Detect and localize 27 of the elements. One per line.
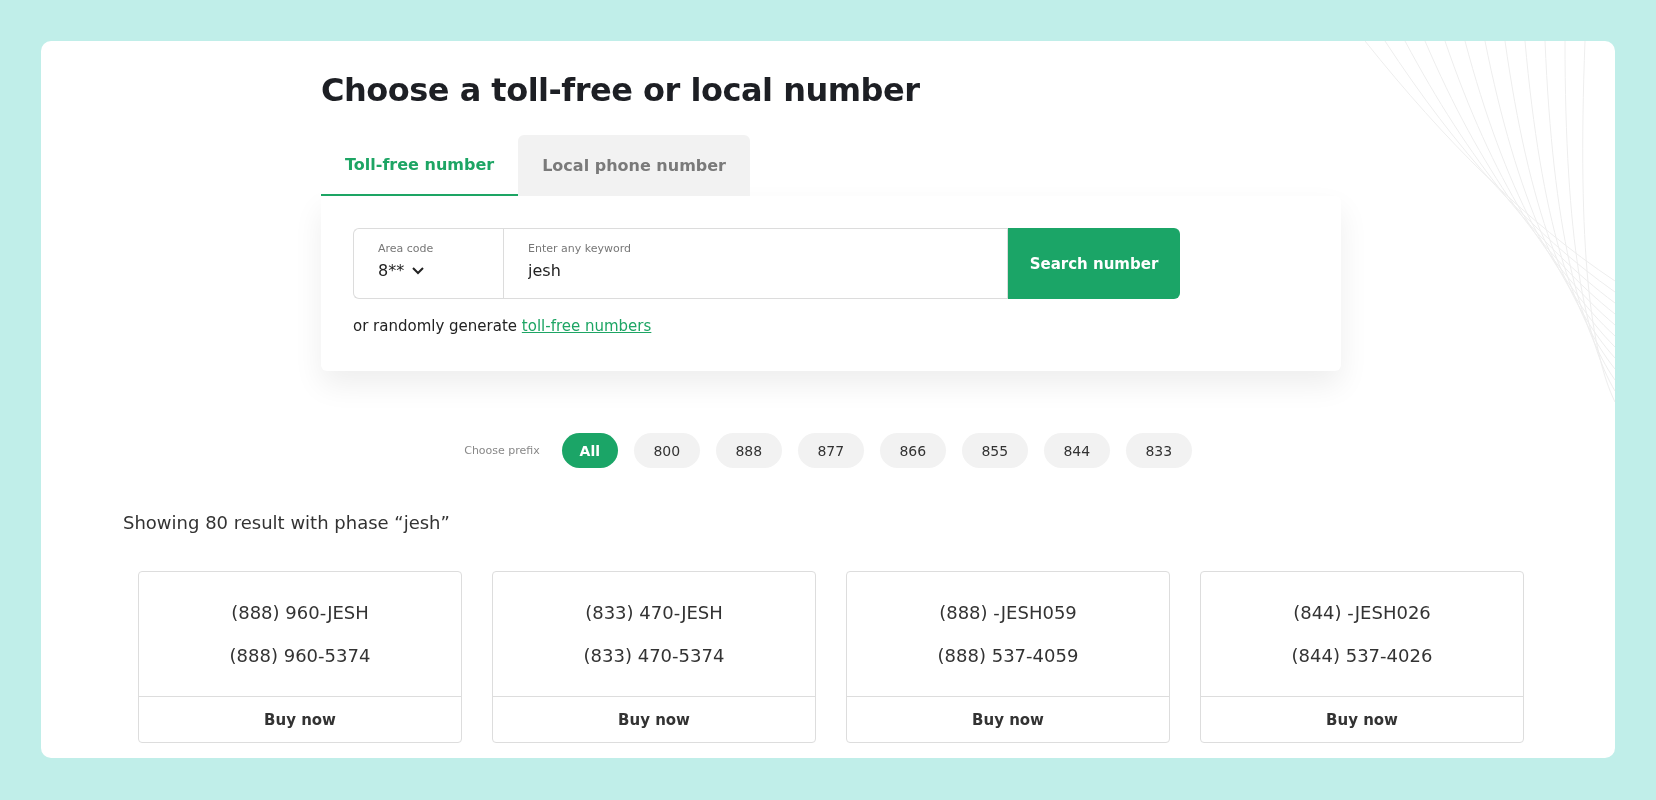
phone-number: (833) 470-5374: [583, 645, 725, 666]
vanity-number: (833) 470-JESH: [585, 602, 723, 623]
buy-now-button[interactable]: Buy now: [1201, 697, 1523, 742]
prefix-chip[interactable]: 844: [1043, 433, 1110, 468]
results-summary: Showing 80 result with phase “jesh”: [123, 512, 451, 533]
prefix-chip[interactable]: 866: [879, 433, 946, 468]
prefix-chip[interactable]: 877: [797, 433, 864, 468]
vanity-number: (844) -JESH026: [1293, 602, 1431, 623]
phone-number: (844) 537-4026: [1291, 645, 1433, 666]
prefix-label: Choose prefix: [464, 444, 540, 457]
phone-number: (888) 537-4059: [937, 645, 1079, 666]
prefix-chip[interactable]: 888: [715, 433, 782, 468]
buy-now-button[interactable]: Buy now: [493, 697, 815, 742]
random-generate-text: or randomly generate toll-free numbers: [353, 317, 653, 335]
prefix-chip[interactable]: 855: [961, 433, 1028, 468]
buy-now-button[interactable]: Buy now: [139, 697, 461, 742]
keyword-field[interactable]: Enter any keyword jesh: [503, 228, 1008, 299]
prefix-chip[interactable]: 833: [1125, 433, 1192, 468]
area-code-select[interactable]: Area code 8**: [353, 228, 503, 299]
chevron-down-icon: [412, 266, 425, 275]
vanity-number: (888) -JESH059: [939, 602, 1077, 623]
prefix-chip[interactable]: 800: [633, 433, 700, 468]
page-title: Choose a toll-free or local number: [321, 71, 921, 109]
vanity-number: (888) 960-JESH: [231, 602, 369, 623]
buy-now-button[interactable]: Buy now: [847, 697, 1169, 742]
phone-number: (888) 960-5374: [229, 645, 371, 666]
tab[interactable]: Local phone number: [518, 135, 750, 196]
